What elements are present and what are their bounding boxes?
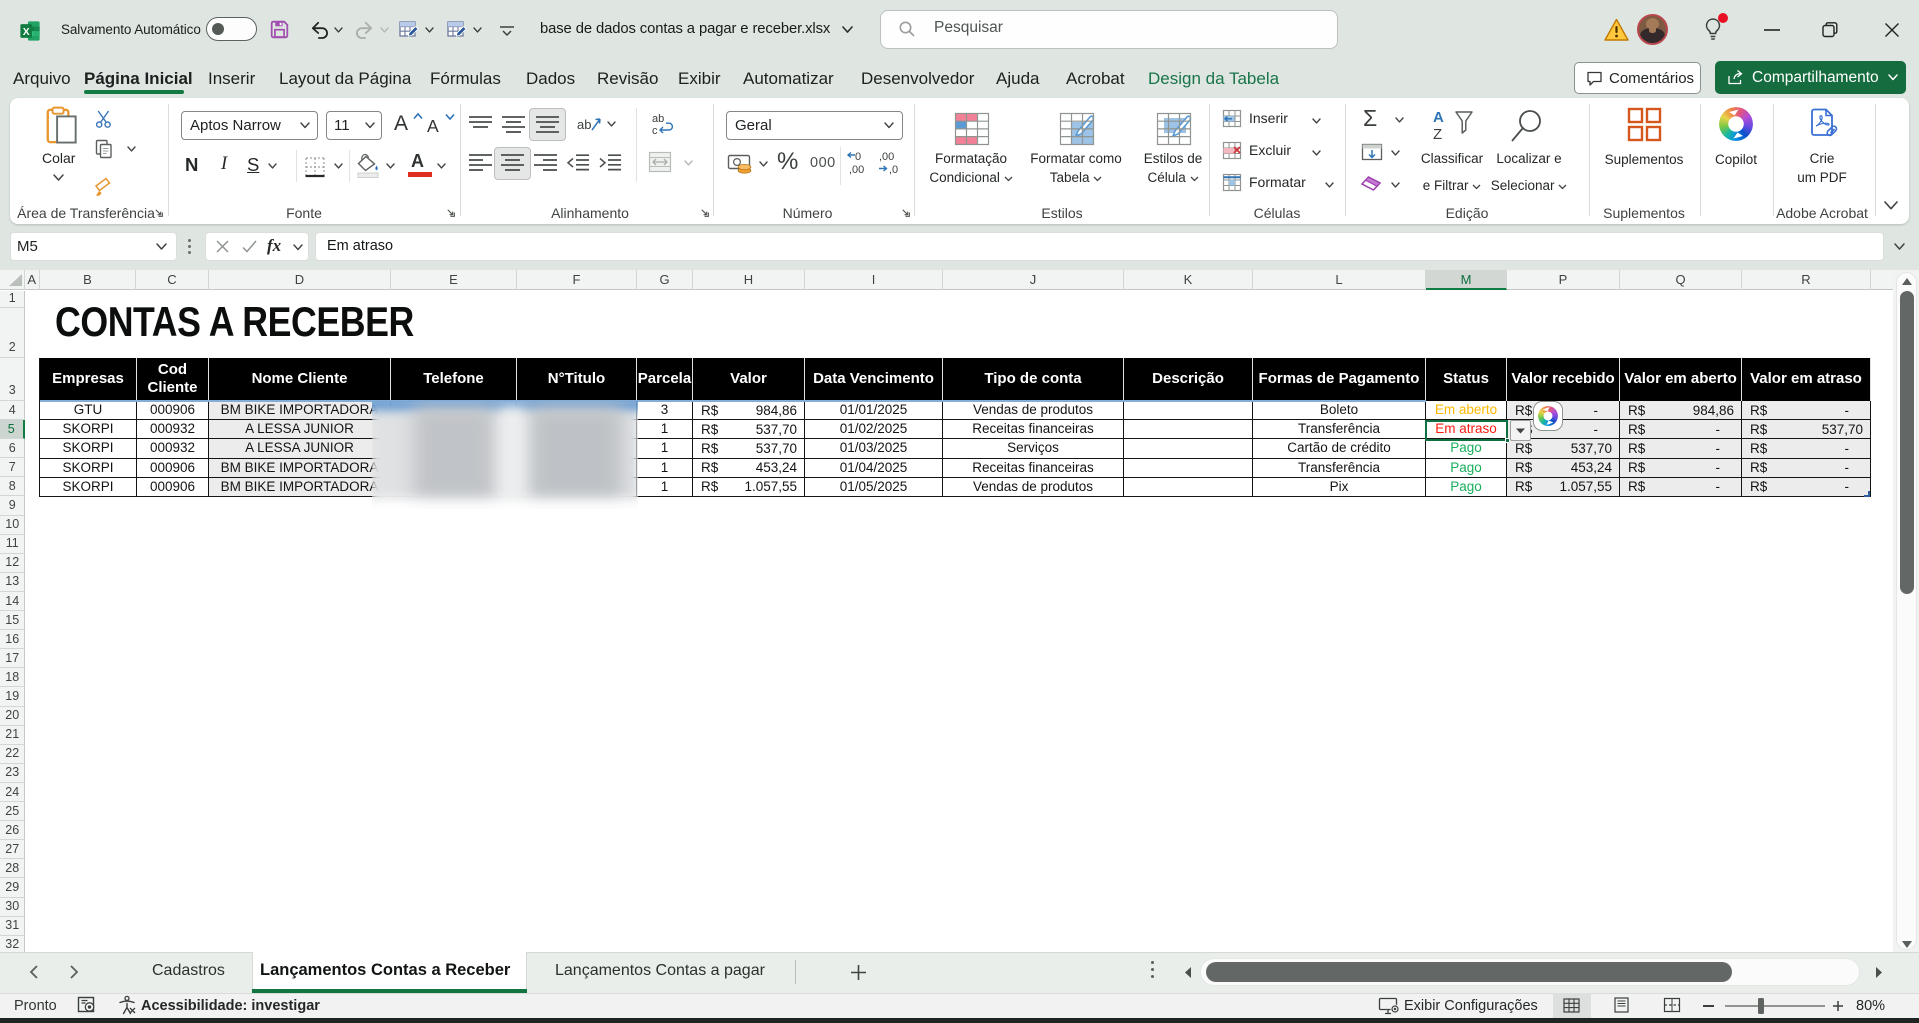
svg-text:0: 0 [855,151,861,163]
svg-text:Z: Z [1433,126,1442,142]
svg-text:,00: ,00 [879,151,894,163]
svg-text:,00: ,00 [849,164,864,176]
svg-text:X: X [23,27,30,38]
svg-text:ab: ab [652,113,664,125]
svg-text:c: c [652,125,658,137]
svg-text:A: A [1433,109,1444,126]
svg-text:,0: ,0 [889,164,898,176]
svg-text:ab: ab [577,117,591,132]
